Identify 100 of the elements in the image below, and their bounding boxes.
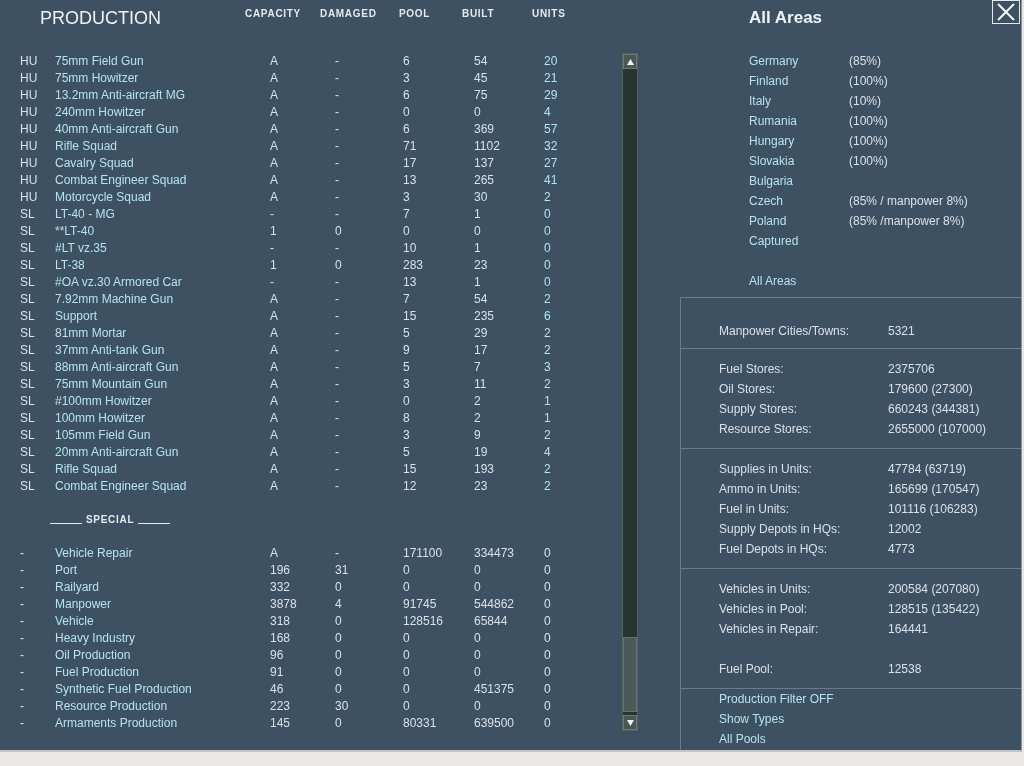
units-value: 0 xyxy=(544,665,551,679)
item-name[interactable]: LT-40 - MG xyxy=(55,207,115,221)
damaged-value: 0 xyxy=(335,648,342,662)
item-name[interactable]: Oil Production xyxy=(55,648,131,662)
capacity-value: A xyxy=(270,105,278,119)
damaged-value: 0 xyxy=(335,224,342,238)
capacity-value: A xyxy=(270,54,278,68)
built-value: 0 xyxy=(474,665,481,679)
item-name[interactable]: Heavy Industry xyxy=(55,631,136,645)
item-name[interactable]: 7.92mm Machine Gun xyxy=(55,292,174,306)
capacity-value: 332 xyxy=(270,580,291,594)
capacity-value: 168 xyxy=(270,631,291,645)
item-name[interactable]: 240mm Howitzer xyxy=(55,105,146,119)
nation-code: SL xyxy=(20,394,35,408)
item-name[interactable]: Resource Production xyxy=(55,699,168,713)
pool-value: 5 xyxy=(403,360,410,374)
item-name[interactable]: Railyard xyxy=(55,580,99,594)
item-name[interactable]: #OA vz.30 Armored Car xyxy=(55,275,182,289)
item-name[interactable]: **LT-40 xyxy=(55,224,95,238)
area-share: (100%) xyxy=(849,73,888,90)
option-link[interactable]: All Pools xyxy=(719,729,766,749)
item-name[interactable]: Armaments Production xyxy=(55,716,178,730)
damaged-value: - xyxy=(335,71,339,85)
capacity-value: A xyxy=(270,309,278,323)
area-link[interactable]: Poland xyxy=(749,211,849,231)
item-name[interactable]: 81mm Mortar xyxy=(55,326,127,340)
capacity-value: A xyxy=(270,377,278,391)
capacity-value: A xyxy=(270,173,278,187)
item-name[interactable]: 100mm Howitzer xyxy=(55,411,146,425)
capacity-value: 46 xyxy=(270,682,284,696)
area-link[interactable]: Bulgaria xyxy=(749,171,849,191)
item-name[interactable]: Motorcycle Squad xyxy=(55,190,152,204)
scrollbar-thumb[interactable] xyxy=(623,637,637,712)
stat-label: Fuel Pool: xyxy=(719,661,775,678)
stat-label: Resource Stores: xyxy=(719,421,813,438)
scroll-down-button[interactable] xyxy=(623,715,637,730)
item-name[interactable]: 75mm Mountain Gun xyxy=(55,377,168,391)
area-link[interactable]: Slovakia xyxy=(749,151,849,171)
area-link[interactable]: Captured xyxy=(749,231,849,251)
area-link[interactable]: Italy xyxy=(749,91,849,111)
down-triangle-icon xyxy=(626,719,634,726)
pool-value: 0 xyxy=(403,631,410,645)
close-icon xyxy=(997,3,1015,21)
item-name[interactable]: Support xyxy=(55,309,98,323)
item-name[interactable]: Manpower xyxy=(55,597,112,611)
area-link[interactable]: Germany xyxy=(749,51,849,71)
item-name[interactable]: 75mm Field Gun xyxy=(55,54,144,68)
item-name[interactable]: Combat Engineer Squad xyxy=(55,479,187,493)
units-value: 27 xyxy=(544,156,558,170)
area-link[interactable]: Hungary xyxy=(749,131,849,151)
item-name[interactable]: Rifle Squad xyxy=(55,462,118,476)
item-name[interactable]: 88mm Anti-aircraft Gun xyxy=(55,360,179,374)
units-value: 2 xyxy=(544,190,551,204)
item-name[interactable]: Port xyxy=(55,563,77,577)
item-name[interactable]: Cavalry Squad xyxy=(55,156,134,170)
built-value: 11 xyxy=(474,377,487,391)
close-button[interactable] xyxy=(992,0,1020,24)
capacity-value: A xyxy=(270,343,278,357)
item-name[interactable]: Vehicle Repair xyxy=(55,546,133,560)
item-name[interactable]: 75mm Howitzer xyxy=(55,71,139,85)
damaged-value: - xyxy=(335,360,339,374)
area-link[interactable]: Czech xyxy=(749,191,849,211)
option-link[interactable]: Production Filter OFF xyxy=(719,689,834,709)
built-value: 0 xyxy=(474,648,481,662)
item-name[interactable]: 20mm Anti-aircraft Gun xyxy=(55,445,179,459)
area-share: (10%) xyxy=(849,93,881,110)
units-value: 0 xyxy=(544,258,551,272)
scrollbar-track[interactable] xyxy=(622,53,638,731)
units-value: 41 xyxy=(544,173,558,187)
capacity-value: 196 xyxy=(270,563,291,577)
stat-value: 2375706 xyxy=(888,361,935,378)
option-link[interactable]: Show Types xyxy=(719,709,785,729)
item-name[interactable]: 37mm Anti-tank Gun xyxy=(55,343,165,357)
scroll-up-button[interactable] xyxy=(623,54,637,69)
item-name[interactable]: Fuel Production xyxy=(55,665,140,679)
area-share: (100%) xyxy=(849,133,888,150)
units-value: 20 xyxy=(544,54,558,68)
nation-code: HU xyxy=(20,105,38,119)
item-name[interactable]: Synthetic Fuel Production xyxy=(55,682,192,696)
pool-value: 6 xyxy=(403,54,410,68)
stat-value: 5321 xyxy=(888,323,915,340)
item-name[interactable]: Combat Engineer Squad xyxy=(55,173,187,187)
item-name[interactable]: 105mm Field Gun xyxy=(55,428,151,442)
built-value: 235 xyxy=(474,309,495,323)
item-name[interactable]: 13.2mm Anti-aircraft MG xyxy=(55,88,186,102)
damaged-value: - xyxy=(335,394,339,408)
built-value: 2 xyxy=(474,411,481,425)
item-name[interactable]: LT-38 xyxy=(55,258,85,272)
area-link[interactable]: Finland xyxy=(749,71,849,91)
all-areas-link[interactable]: All Areas xyxy=(749,271,849,291)
item-name[interactable]: #100mm Howitzer xyxy=(55,394,152,408)
item-name[interactable]: 40mm Anti-aircraft Gun xyxy=(55,122,179,136)
item-name[interactable]: Vehicle xyxy=(55,614,94,628)
column-header: DAMAGED xyxy=(320,7,378,21)
units-value: 2 xyxy=(544,292,551,306)
capacity-value: A xyxy=(270,445,278,459)
item-name[interactable]: Rifle Squad xyxy=(55,139,118,153)
item-name[interactable]: #LT vz.35 xyxy=(55,241,107,255)
area-link[interactable]: Rumania xyxy=(749,111,849,131)
capacity-value: 318 xyxy=(270,614,291,628)
